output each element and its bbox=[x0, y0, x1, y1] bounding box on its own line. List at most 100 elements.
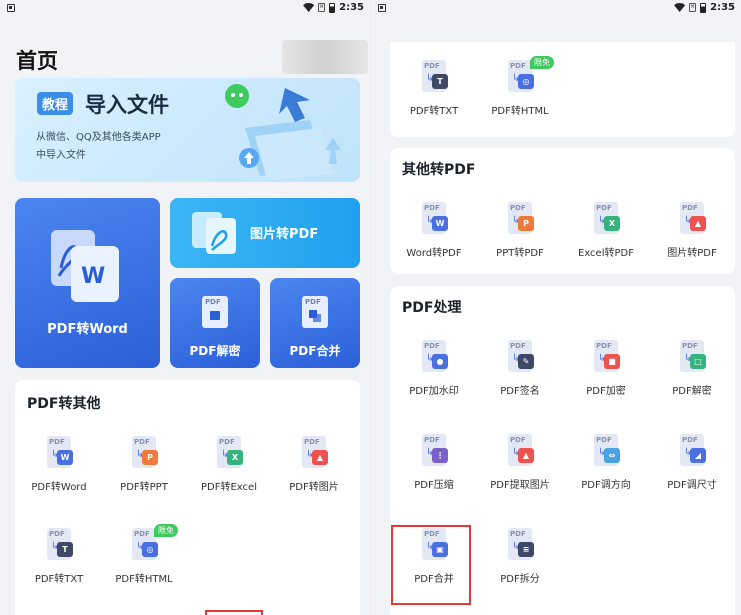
tool-pdf-html[interactable]: PDF ↳ ◎ 限免 PDF转HTML bbox=[478, 52, 562, 128]
pdf-merge-tile[interactable]: PDF PDF合并 bbox=[270, 278, 360, 368]
tool-icon: PDF ↳ X bbox=[213, 436, 245, 472]
wifi-icon bbox=[674, 3, 686, 12]
format-glyph-icon: W bbox=[432, 216, 448, 231]
format-glyph-icon: ⋮ bbox=[432, 448, 448, 463]
format-glyph-icon: T bbox=[432, 74, 448, 89]
tool-label: PDF调方向 bbox=[581, 480, 631, 491]
notification-icon bbox=[7, 4, 15, 12]
format-glyph-icon: W bbox=[57, 450, 73, 465]
battery-icon bbox=[700, 2, 707, 13]
tool-excel-pdf[interactable]: PDF ↳ X Excel转PDF bbox=[564, 194, 648, 270]
tool-icon: PDF ↳ □ bbox=[676, 340, 708, 376]
tool-pdf[interactable]: PDF ↳ □ PDF解密 bbox=[650, 332, 734, 408]
tool-word-pdf[interactable]: PDF ↳ W Word转PDF bbox=[392, 194, 476, 270]
section-title: PDF转其他 bbox=[27, 396, 101, 412]
tool-label: PDF转HTML bbox=[491, 106, 549, 117]
pdf-decrypt-tile[interactable]: PDF PDF解密 bbox=[170, 278, 260, 368]
tool-label: PDF拆分 bbox=[500, 574, 540, 585]
pdf-to-word-tile[interactable]: W PDF转Word bbox=[15, 198, 160, 368]
tool-icon: PDF ↳ ◢ bbox=[676, 434, 708, 470]
tool-icon: PDF ↳ T bbox=[43, 528, 75, 564]
sim-icon: × bbox=[318, 3, 326, 12]
tool-pdf[interactable]: PDF ↳ ▲ PDF提取图片 bbox=[478, 426, 562, 502]
format-glyph-icon: ≡ bbox=[518, 542, 534, 557]
right-screen: × 2:35 PDF ↳ T PDF转TXT PDF ↳ ◎ 限免 PDF转HTML 其他转PD… bbox=[371, 0, 741, 615]
tool-icon: PDF ↳ P bbox=[504, 202, 536, 238]
tool-pdf[interactable]: PDF ↳ ▲ 图片转PDF bbox=[650, 194, 734, 270]
pdf-to-word-label: PDF转Word bbox=[47, 322, 128, 337]
lock-doc-icon: PDF bbox=[202, 296, 228, 328]
tool-label: PDF转图片 bbox=[289, 482, 339, 493]
section-title: PDF处理 bbox=[402, 300, 462, 316]
tool-label: PDF转HTML bbox=[115, 574, 173, 585]
format-glyph-icon: P bbox=[142, 450, 158, 465]
status-bar: × 2:35 bbox=[0, 0, 370, 18]
format-glyph-icon: X bbox=[604, 216, 620, 231]
banner-tag: 教程 bbox=[37, 92, 74, 115]
format-glyph-icon: ▲ bbox=[518, 448, 534, 463]
tool-icon: PDF ↳ ▲ bbox=[504, 434, 536, 470]
tool-pdf[interactable]: PDF ↳ ≡ PDF拆分 bbox=[478, 520, 562, 596]
tool-icon: PDF ↳ W bbox=[43, 436, 75, 472]
tool-pdf-html[interactable]: PDF ↳ ◎ 限免 PDF转HTML bbox=[102, 520, 186, 596]
tool-label: PDF加密 bbox=[586, 386, 626, 397]
avatar[interactable] bbox=[282, 40, 368, 74]
tool-icon: PDF ↳ ▲ bbox=[298, 436, 330, 472]
tool-label: PDF转Word bbox=[31, 482, 87, 493]
page-title: 首页 bbox=[16, 49, 58, 73]
tool-label: PDF转PPT bbox=[120, 482, 168, 493]
tool-label: PDF转TXT bbox=[34, 574, 84, 585]
highlight-box bbox=[205, 610, 263, 615]
tool-pdf-txt[interactable]: PDF ↳ T PDF转TXT bbox=[392, 52, 476, 128]
format-glyph-icon: ◢ bbox=[690, 448, 706, 463]
merge-doc-icon: PDF bbox=[302, 296, 328, 328]
import-banner[interactable]: 教程 导入文件 从微信、QQ及其他各类APP 中导入文件 bbox=[15, 78, 360, 182]
format-glyph-icon: ● bbox=[432, 354, 448, 369]
banner-desc-1: 从微信、QQ及其他各类APP bbox=[36, 132, 161, 143]
tool-pdf[interactable]: PDF ↳ ⇔ PDF调方向 bbox=[564, 426, 648, 502]
tool-pdf[interactable]: PDF ↳ ● PDF加水印 bbox=[392, 332, 476, 408]
tool-icon: PDF ↳ ● bbox=[418, 340, 450, 376]
sim-icon: × bbox=[689, 3, 697, 12]
tool-icon: PDF ↳ T bbox=[418, 60, 450, 96]
pdf-decrypt-label: PDF解密 bbox=[189, 344, 241, 358]
highlight-box bbox=[391, 525, 471, 605]
tool-pdf[interactable]: PDF ↳ ■ PDF加密 bbox=[564, 332, 648, 408]
tool-pdf-word[interactable]: PDF ↳ W PDF转Word bbox=[17, 428, 101, 504]
word-icon-letter: W bbox=[81, 264, 106, 289]
tool-pdf[interactable]: PDF ↳ ⋮ PDF压缩 bbox=[392, 426, 476, 502]
tool-label: PDF解密 bbox=[672, 386, 712, 397]
format-glyph-icon: ⇔ bbox=[604, 448, 620, 463]
status-time: 2:35 bbox=[339, 2, 364, 13]
tool-ppt-pdf[interactable]: PDF ↳ P PPT转PDF bbox=[478, 194, 562, 270]
tool-pdf-txt[interactable]: PDF ↳ T PDF转TXT bbox=[17, 520, 101, 596]
format-glyph-icon: ◎ bbox=[142, 542, 158, 557]
notification-icon bbox=[378, 4, 386, 12]
image-to-pdf-tile[interactable]: 图片转PDF bbox=[170, 198, 360, 268]
free-badge: 限免 bbox=[154, 524, 178, 537]
format-glyph-icon: ■ bbox=[604, 354, 620, 369]
format-glyph-icon: P bbox=[518, 216, 534, 231]
tool-pdf[interactable]: PDF ↳ ✎ PDF签名 bbox=[478, 332, 562, 408]
tool-pdf-ppt[interactable]: PDF ↳ P PDF转PPT bbox=[102, 428, 186, 504]
tool-icon: PDF ↳ ■ bbox=[590, 340, 622, 376]
tool-icon: PDF ↳ P bbox=[128, 436, 160, 472]
status-time: 2:35 bbox=[710, 2, 735, 13]
tool-label: PDF加水印 bbox=[409, 386, 459, 397]
tool-label: PPT转PDF bbox=[496, 248, 544, 259]
tool-label: 图片转PDF bbox=[667, 248, 717, 259]
tool-label: PDF转TXT bbox=[409, 106, 459, 117]
tool-icon: PDF ↳ ⋮ bbox=[418, 434, 450, 470]
tool-label: PDF转Excel bbox=[201, 482, 257, 493]
tool-icon: PDF ↳ ◎ 限免 bbox=[504, 56, 554, 96]
tool-label: Word转PDF bbox=[406, 248, 462, 259]
format-glyph-icon: ▲ bbox=[312, 450, 328, 465]
lock-icon bbox=[210, 311, 220, 320]
pdf-merge-label: PDF合并 bbox=[289, 344, 341, 358]
tool-pdf-excel[interactable]: PDF ↳ X PDF转Excel bbox=[187, 428, 271, 504]
image-pdf-icon bbox=[192, 212, 236, 254]
format-glyph-icon: T bbox=[57, 542, 73, 557]
tool-pdf[interactable]: PDF ↳ ▲ PDF转图片 bbox=[272, 428, 356, 504]
tool-pdf[interactable]: PDF ↳ ◢ PDF调尺寸 bbox=[650, 426, 734, 502]
tool-icon: PDF ↳ ▲ bbox=[676, 202, 708, 238]
